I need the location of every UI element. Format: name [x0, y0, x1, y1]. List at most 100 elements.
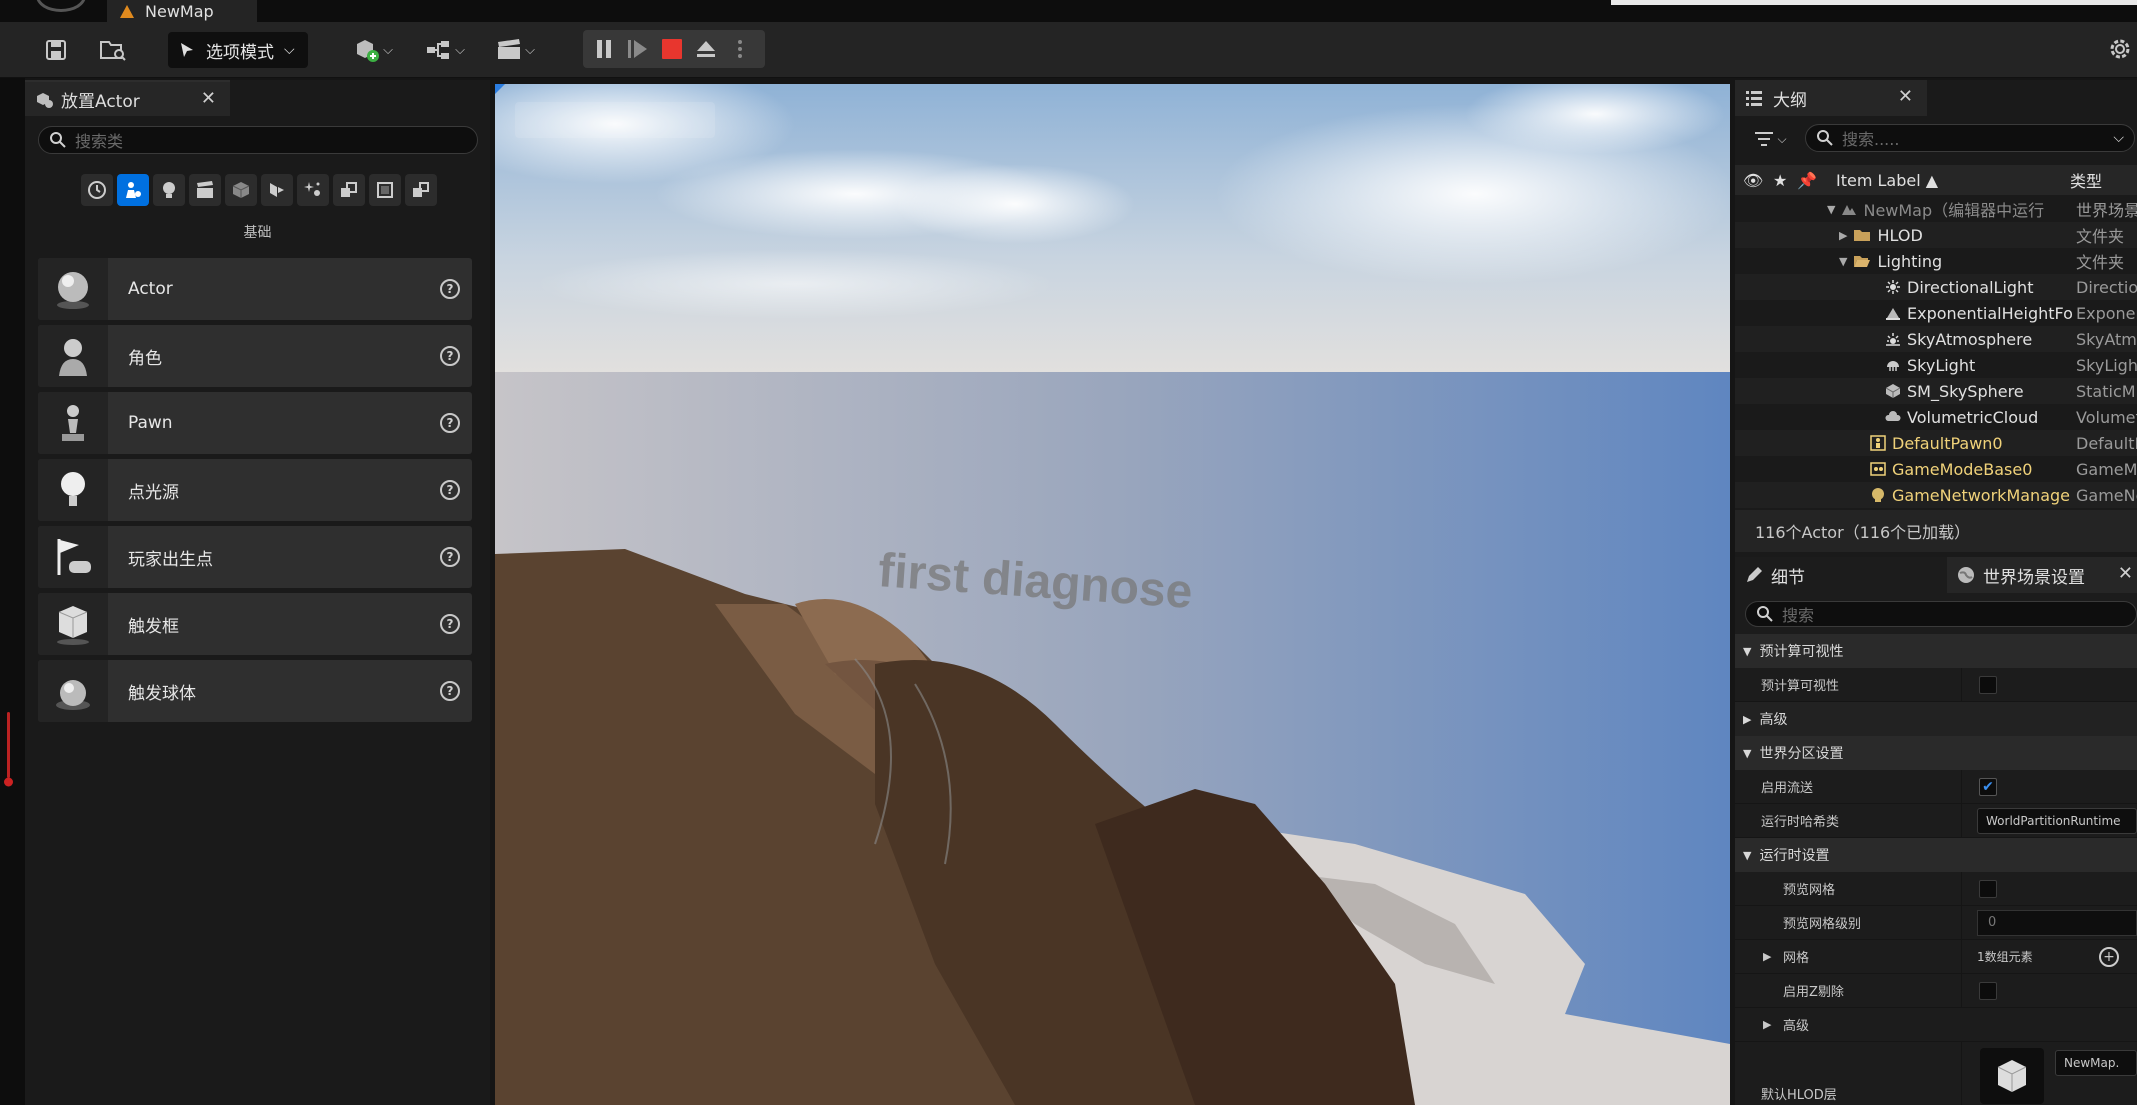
hlod-layer-dropdown[interactable]: NewMap.: [2055, 1050, 2137, 1076]
help-icon[interactable]: ?: [440, 681, 460, 701]
actor-item-pawn[interactable]: Pawn ?: [38, 392, 472, 454]
details-tab[interactable]: 细节: [1735, 557, 1945, 593]
stop-icon: [662, 39, 682, 59]
outliner-row[interactable]: DirectionalLight Directio: [1735, 274, 2137, 300]
favorite-column-icon[interactable]: ★: [1773, 171, 1787, 190]
folder-icon: [1853, 228, 1871, 242]
settings-button[interactable]: [2105, 34, 2135, 64]
prop-label: 网格: [1783, 951, 1810, 966]
collapse-icon[interactable]: ▼: [1839, 255, 1847, 268]
help-icon[interactable]: ?: [440, 413, 460, 433]
help-icon[interactable]: ?: [440, 480, 460, 500]
section-world-partition[interactable]: ▼ 世界分区设置: [1735, 736, 2137, 770]
pause-button[interactable]: [591, 36, 617, 62]
unreal-logo-icon[interactable]: [36, 0, 86, 12]
outliner-row[interactable]: ▶ HLOD 文件夹: [1735, 222, 2137, 248]
blueprint-button[interactable]: ⌵: [420, 34, 470, 66]
outliner-row[interactable]: GameModeBase0 GameMo: [1735, 456, 2137, 482]
help-icon[interactable]: ?: [440, 614, 460, 634]
content-browser-button[interactable]: [98, 36, 128, 64]
category-geometry[interactable]: [261, 174, 293, 206]
actor-item-label: 触发球体: [128, 683, 196, 704]
category-volumes[interactable]: [297, 174, 329, 206]
outliner-row[interactable]: ▼ Lighting 文件夹: [1735, 248, 2137, 274]
category-lights[interactable]: [153, 174, 185, 206]
close-icon[interactable]: ✕: [201, 88, 216, 109]
expand-icon[interactable]: ▶: [1839, 229, 1847, 242]
outliner-row[interactable]: DefaultPawn0 DefaultP: [1735, 430, 2137, 456]
add-actor-button[interactable]: ⌵: [348, 34, 398, 66]
outliner-row[interactable]: SkyLight SkyLigh: [1735, 352, 2137, 378]
item-label-column[interactable]: Item Label ▲: [1836, 171, 1938, 190]
category-shapes[interactable]: [369, 174, 401, 206]
filter-button[interactable]: ⌵: [1749, 126, 1793, 152]
visibility-column-icon[interactable]: 👁: [1743, 171, 1763, 190]
play-options-button[interactable]: [727, 36, 753, 62]
actor-item-actor[interactable]: Actor ?: [38, 258, 472, 320]
add-element-icon[interactable]: +: [2099, 946, 2119, 967]
outliner-row[interactable]: SM_SkySphere StaticM: [1735, 378, 2137, 404]
pin-column-icon[interactable]: 📌: [1797, 171, 1817, 190]
category-recent[interactable]: [81, 174, 113, 206]
preview-grid-checkbox[interactable]: [1979, 879, 1997, 898]
chevron-down-icon: ⌵: [1777, 131, 1787, 146]
actor-count: 116个Actor（116个已加载）: [1735, 510, 2137, 552]
viewport-options-bar[interactable]: [515, 102, 715, 138]
help-icon[interactable]: ?: [440, 346, 460, 366]
category-cinematic[interactable]: [189, 174, 221, 206]
classes-icon: [341, 182, 357, 197]
details-search-input[interactable]: 搜索: [1745, 601, 2137, 627]
save-icon: [46, 40, 66, 60]
place-actor-tab[interactable]: 放置Actor ✕: [25, 80, 230, 116]
outliner-search-input[interactable]: 搜索..... ⌵: [1805, 124, 2135, 152]
actor-item-point-light[interactable]: 点光源 ?: [38, 459, 472, 521]
section-runtime-settings[interactable]: ▼ 运行时设置: [1735, 838, 2137, 872]
close-icon[interactable]: ✕: [1898, 86, 1913, 107]
step-frame-button[interactable]: [625, 36, 651, 62]
cinematics-button[interactable]: ⌵: [490, 34, 540, 66]
enable-z-culling-checkbox[interactable]: [1979, 981, 1997, 1000]
outliner-tab[interactable]: 大纲 ✕: [1735, 80, 1927, 116]
mode-select-button[interactable]: 选项模式 ⌵: [168, 32, 308, 68]
outliner-icon: [1746, 91, 1762, 106]
outliner-row-type: 文件夹: [2076, 227, 2125, 246]
expand-icon[interactable]: ▶: [1763, 950, 1771, 963]
precomputed-visibility-checkbox[interactable]: [1979, 675, 1997, 694]
actor-item-trigger-sphere[interactable]: 触发球体 ?: [38, 660, 472, 722]
actor-item-label: 触发框: [128, 616, 179, 637]
prop-label: 启用Z剔除: [1783, 985, 1844, 1000]
stop-button[interactable]: [659, 36, 685, 62]
outliner-row[interactable]: GameNetworkManage GameNe: [1735, 482, 2137, 508]
help-icon[interactable]: ?: [440, 279, 460, 299]
map-tab[interactable]: NewMap: [107, 0, 257, 22]
details-tab-label: 细节: [1771, 567, 1805, 588]
level-viewport[interactable]: first diagnose: [495, 84, 1730, 1105]
section-advanced-2[interactable]: ▶ 高级: [1735, 1008, 2137, 1042]
eject-button[interactable]: [693, 36, 719, 62]
section-advanced-1[interactable]: ▶ 高级: [1735, 702, 2137, 736]
world-settings-tab[interactable]: 世界场景设置 ✕: [1947, 557, 2137, 593]
collapse-icon[interactable]: ▼: [1827, 203, 1835, 216]
category-other[interactable]: [405, 174, 437, 206]
outliner-row-type: Volumet: [2076, 407, 2137, 427]
outliner-row[interactable]: ExponentialHeightFoExponen: [1735, 300, 2137, 326]
outliner-row[interactable]: SkyAtmosphere SkyAtmo: [1735, 326, 2137, 352]
close-icon[interactable]: ✕: [2118, 563, 2133, 584]
save-button[interactable]: [42, 36, 70, 64]
enable-streaming-checkbox[interactable]: ✔: [1979, 777, 1997, 796]
outliner-row[interactable]: ▼ NewMap（编辑器中运行 世界场景: [1735, 196, 2137, 222]
outliner-row-label: ExponentialHeightFo: [1907, 303, 2073, 323]
section-precomputed-visibility[interactable]: ▼ 预计算可视性: [1735, 634, 2137, 668]
category-basic[interactable]: [117, 174, 149, 206]
type-column[interactable]: 类型: [2070, 168, 2102, 192]
actor-item-character[interactable]: 角色 ?: [38, 325, 472, 387]
help-icon[interactable]: ?: [440, 547, 460, 567]
actor-item-player-start[interactable]: 玩家出生点 ?: [38, 526, 472, 588]
class-search-input[interactable]: 搜索类: [38, 126, 478, 154]
outliner-row[interactable]: VolumetricCloud Volumet: [1735, 404, 2137, 430]
category-visual-effects[interactable]: [225, 174, 257, 206]
runtime-hash-dropdown[interactable]: WorldPartitionRuntime: [1977, 807, 2137, 834]
actor-item-trigger-box[interactable]: 触发框 ?: [38, 593, 472, 655]
category-all-classes[interactable]: [333, 174, 365, 206]
preview-grid-level-input[interactable]: 0: [1977, 909, 2137, 936]
